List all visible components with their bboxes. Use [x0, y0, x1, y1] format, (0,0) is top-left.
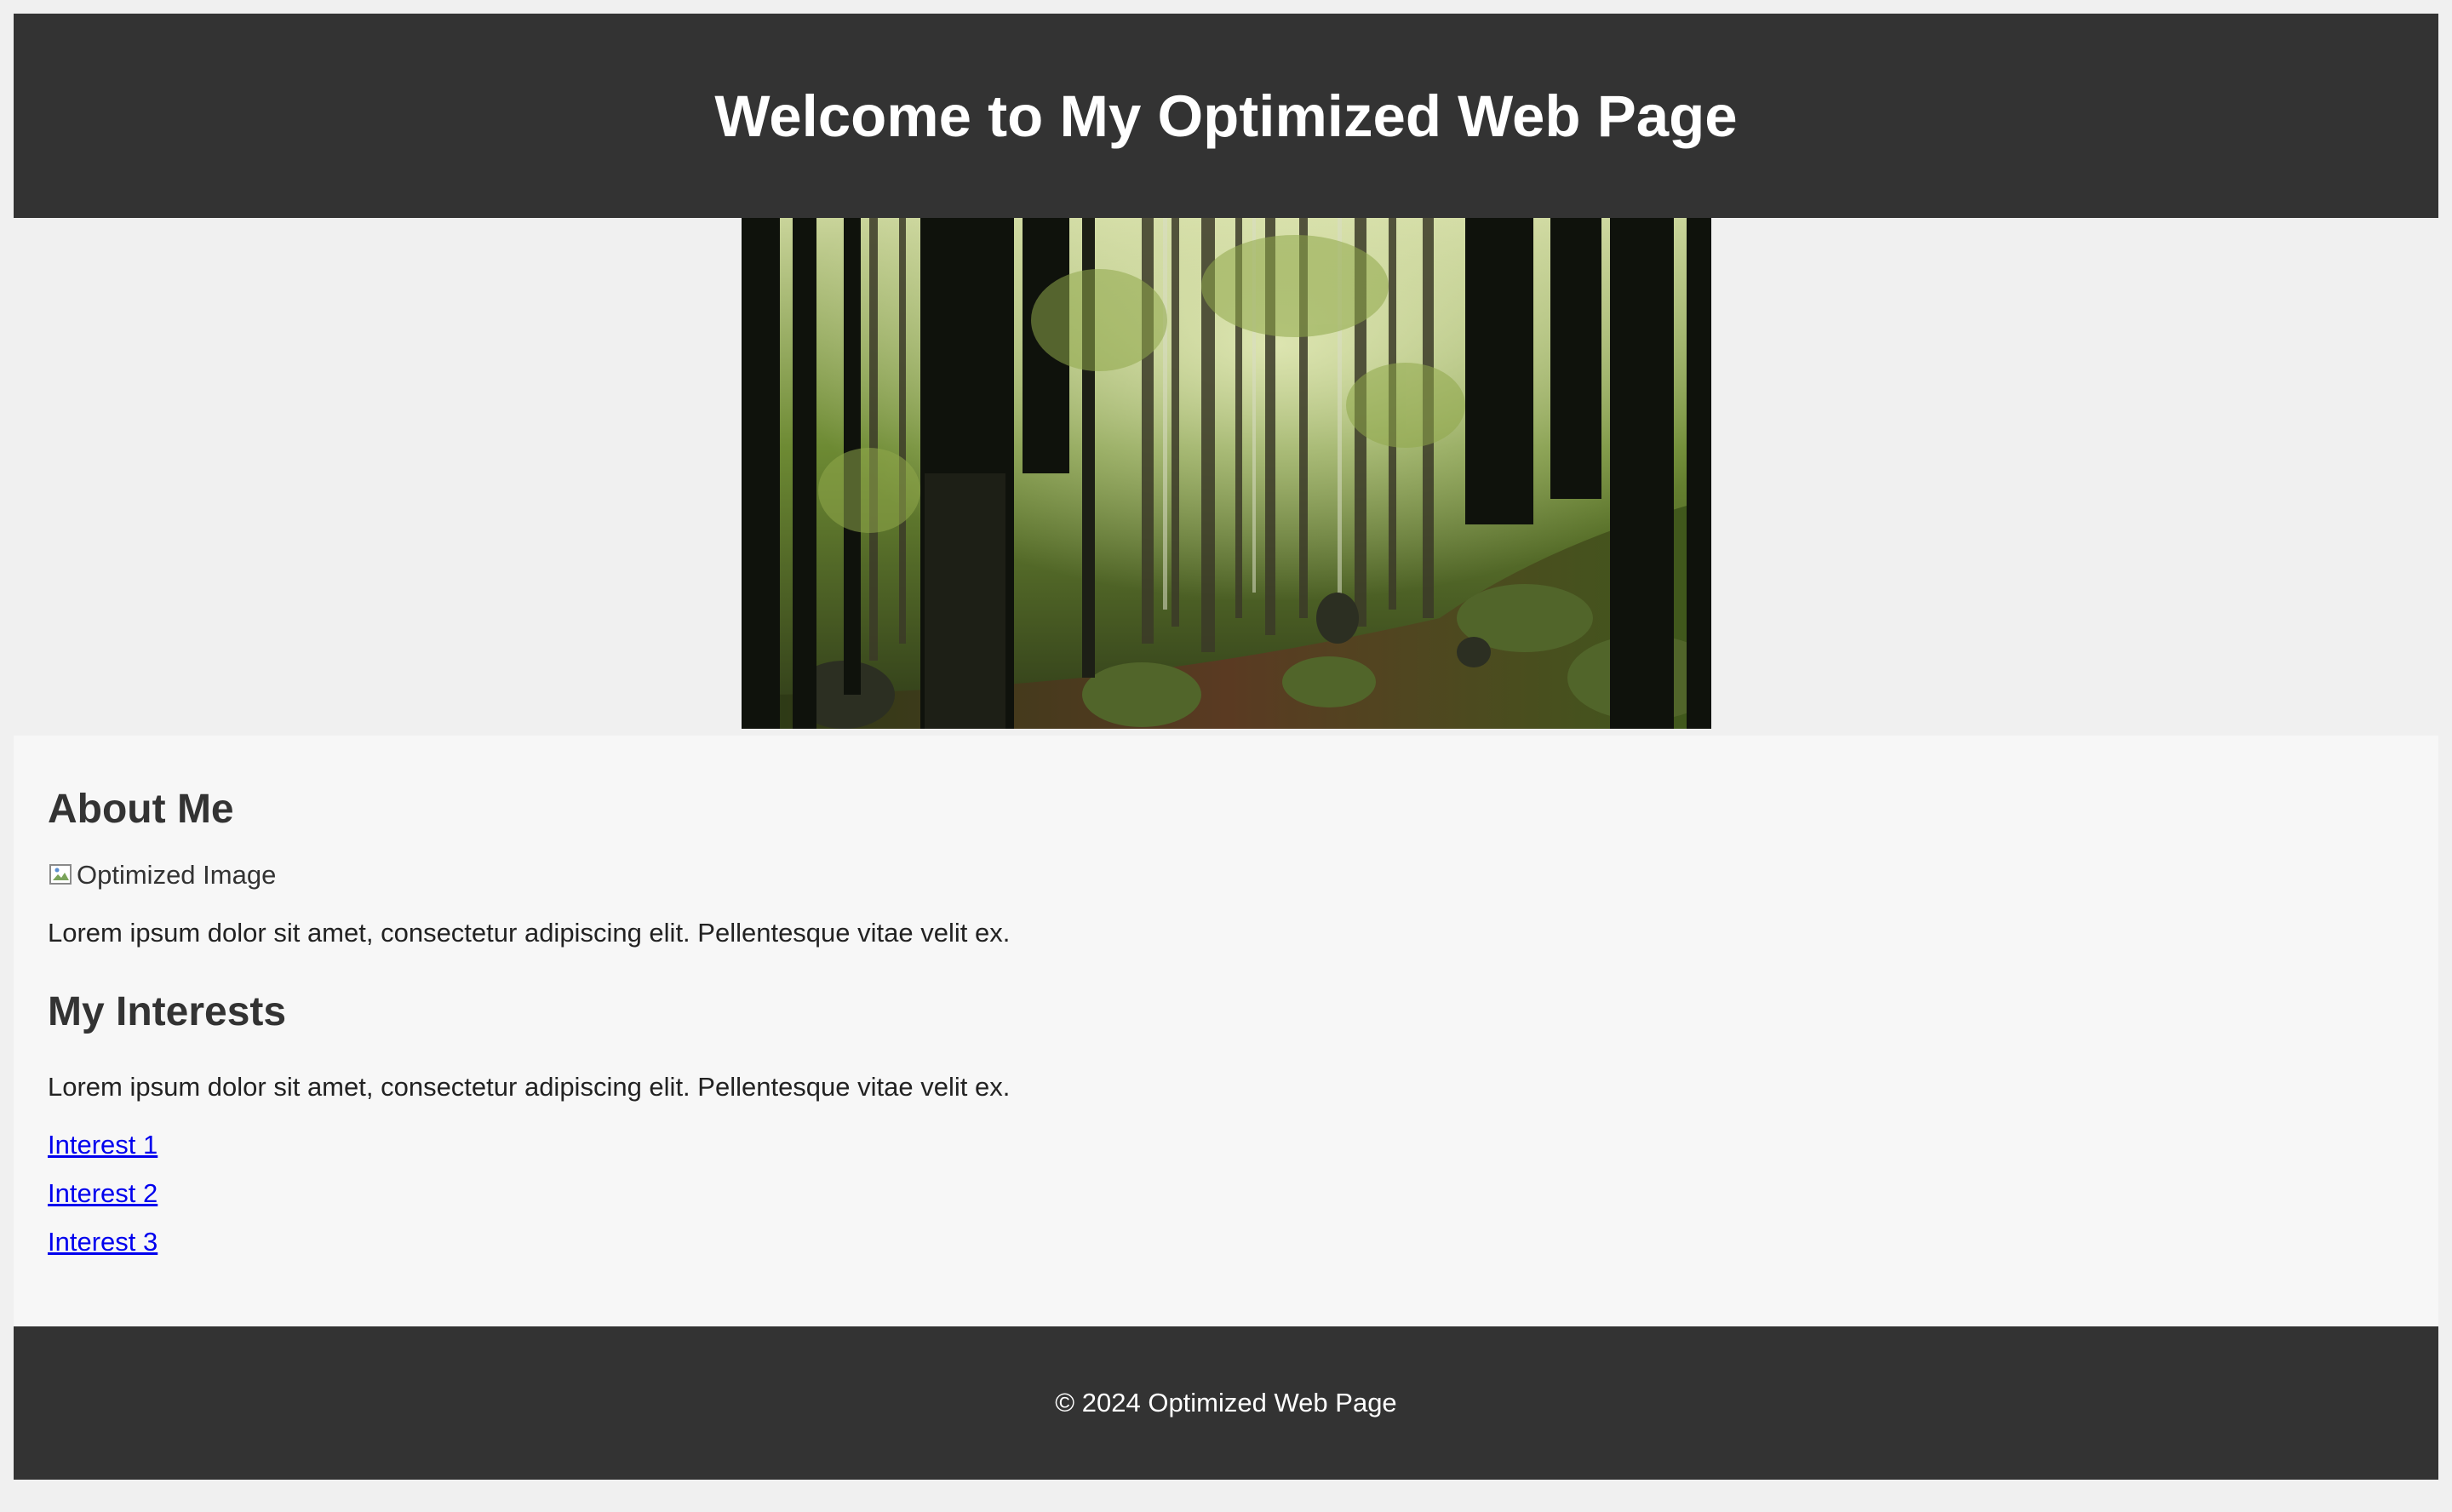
interest-link-2[interactable]: Interest 2	[48, 1178, 158, 1208]
footer-copyright: © 2024 Optimized Web Page	[1055, 1388, 1397, 1418]
list-item: Interest 2	[48, 1177, 2404, 1225]
interest-link-1[interactable]: Interest 1	[48, 1130, 158, 1160]
hero-forest-image	[742, 218, 1711, 729]
site-footer: © 2024 Optimized Web Page	[14, 1326, 2438, 1480]
interests-heading: My Interests	[48, 988, 287, 1034]
site-header: Welcome to My Optimized Web Page	[14, 14, 2438, 218]
hero-section	[14, 218, 2438, 729]
list-item: Interest 1	[48, 1128, 2404, 1177]
interests-list: Interest 1 Interest 2 Interest 3	[48, 1128, 2404, 1274]
list-item: Interest 3	[48, 1225, 2404, 1274]
about-heading: About Me	[48, 787, 234, 832]
about-image-alt-text: Optimized Image	[77, 859, 277, 890]
page: Welcome to My Optimized Web Page About M…	[14, 14, 2438, 1480]
interest-link-3[interactable]: Interest 3	[48, 1227, 158, 1257]
page-title: Welcome to My Optimized Web Page	[714, 83, 1738, 149]
interests-text: Lorem ipsum dolor sit amet, consectetur …	[48, 1072, 1011, 1102]
broken-image-icon	[49, 863, 72, 885]
main-content: About Me Optimized Image Lorem ipsum dol…	[14, 736, 2438, 1327]
about-image: Optimized Image	[48, 858, 2404, 892]
about-text: Lorem ipsum dolor sit amet, consectetur …	[48, 917, 1011, 948]
